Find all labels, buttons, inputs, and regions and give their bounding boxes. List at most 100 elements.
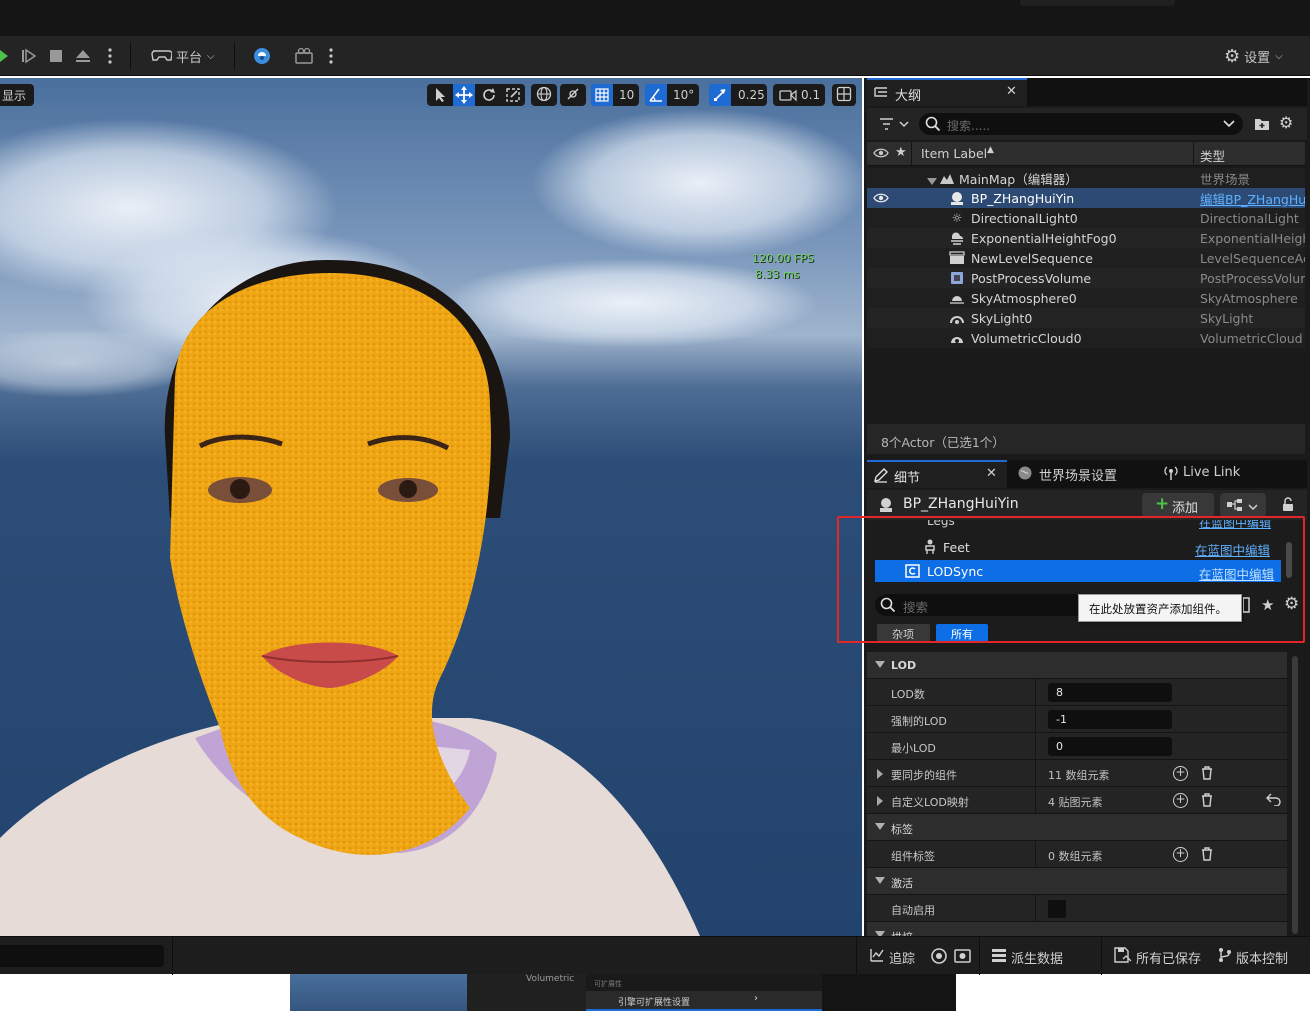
surface-snap-toggle[interactable] xyxy=(560,84,586,106)
scale-mode-icon[interactable] xyxy=(505,87,521,106)
filter-icon[interactable] xyxy=(879,116,911,135)
show-menu-button[interactable]: 显示 xyxy=(0,84,34,106)
category-lod[interactable]: LOD xyxy=(867,652,1287,679)
outliner-row-height-fog[interactable]: ExponentialHeightFog0 ExponentialHeight xyxy=(867,228,1305,248)
tab-live-link[interactable]: Live Link xyxy=(1163,460,1273,488)
outliner-row-post-process[interactable]: PostProcessVolume PostProcessVolur xyxy=(867,268,1305,288)
column-item-label[interactable]: Item Label xyxy=(921,146,987,161)
outliner-row-level-sequence[interactable]: NewLevelSequence LevelSequenceAc xyxy=(867,248,1305,268)
world-settings-label: 世界场景设置 xyxy=(1039,469,1118,484)
row-type: 世界场景 xyxy=(1200,171,1251,187)
eye-icon[interactable] xyxy=(873,147,889,162)
map-icon xyxy=(939,171,955,188)
level-viewport[interactable]: 显示 10 10° 0.25 0.1 120.00 FPS 8.33 ms xyxy=(0,78,862,936)
world-local-toggle[interactable] xyxy=(531,84,557,106)
camera-speed-control[interactable]: 0.1 xyxy=(773,84,825,106)
chevron-down-icon[interactable] xyxy=(927,174,937,189)
gear-icon[interactable]: ⚙ xyxy=(1279,113,1293,132)
play-options-icon[interactable] xyxy=(106,44,114,68)
translate-mode-icon[interactable] xyxy=(453,84,475,106)
forced-lod-input[interactable]: -1 xyxy=(1048,710,1172,729)
database-icon xyxy=(991,947,1007,967)
grid-snap-control[interactable]: 10 xyxy=(591,84,639,106)
category-cooking[interactable]: 烘焙 xyxy=(867,922,1287,936)
step-icon[interactable] xyxy=(20,44,38,68)
annotation-highlight xyxy=(837,516,1305,643)
dropdown-section-hint: 可扩展性 xyxy=(594,980,622,988)
background-window-strip: Volumetric 可扩展性 引擎可扩展性设置 › xyxy=(290,974,956,1011)
trace-button[interactable]: 追踪 xyxy=(869,947,915,967)
outliner-status-bar: 8个Actor（已选1个） xyxy=(867,424,1305,454)
version-control-button[interactable]: 版本控制 xyxy=(1218,947,1288,967)
toolbar-separator xyxy=(130,42,131,70)
outliner-row-sky-atmosphere[interactable]: SkyAtmosphere0 SkyAtmosphere xyxy=(867,288,1305,308)
row-label: BP_ZHangHuiYin xyxy=(971,190,1075,206)
tab-world-settings[interactable]: 世界场景设置 xyxy=(1017,460,1147,488)
chevron-down-icon[interactable] xyxy=(1223,118,1235,132)
close-icon[interactable]: ✕ xyxy=(986,466,997,481)
plus-icon: + xyxy=(1155,494,1170,514)
close-icon[interactable]: ✕ xyxy=(1006,84,1017,99)
select-mode-icon[interactable] xyxy=(433,87,449,106)
add-element-icon[interactable]: + xyxy=(1173,793,1188,808)
tab-outliner[interactable]: 大纲 ✕ xyxy=(867,78,1027,106)
category-tags[interactable]: 标签 xyxy=(867,814,1287,841)
trash-icon[interactable] xyxy=(1201,847,1213,861)
actor-name: BP_ZHangHuiYin xyxy=(903,496,1019,512)
tab-details[interactable]: 细节 ✕ xyxy=(867,460,1007,488)
trash-icon[interactable] xyxy=(1201,793,1213,807)
record-button[interactable] xyxy=(930,947,948,969)
lod-count-input[interactable]: 8 xyxy=(1048,683,1172,702)
outliner-row-bp-zhanghuiyin[interactable]: BP_ZHangHuiYin 编辑BP_ZHangHui xyxy=(867,188,1305,208)
play-icon[interactable] xyxy=(0,44,10,68)
screenshot-button[interactable] xyxy=(954,947,972,967)
cinematics-icon[interactable] xyxy=(294,44,316,68)
derived-data-button[interactable]: 派生数据 xyxy=(991,947,1063,967)
eject-icon[interactable] xyxy=(74,44,92,68)
auto-activate-checkbox[interactable] xyxy=(1048,900,1066,918)
outliner-row-directional-light[interactable]: ☼ DirectionalLight0 DirectionalLight xyxy=(867,208,1305,228)
expand-arrow-icon[interactable] xyxy=(877,769,883,779)
outliner-row-mainmap[interactable]: MainMap（编辑器） 世界场景 xyxy=(867,168,1305,188)
details-scrollbar[interactable] xyxy=(1292,656,1298,934)
rotate-mode-icon[interactable] xyxy=(481,87,497,106)
save-icon xyxy=(1114,947,1132,967)
cinematics-options-icon[interactable] xyxy=(327,44,335,68)
engine-scalability-menu-item[interactable]: 引擎可扩展性设置 › xyxy=(586,991,822,1011)
lock-icon[interactable] xyxy=(1280,496,1296,515)
trash-icon[interactable] xyxy=(1201,766,1213,780)
outliner-title: 大纲 xyxy=(895,89,922,104)
property-value-cell: 4 贴图元素 + xyxy=(1035,787,1287,814)
edit-blueprint-link[interactable]: 编辑BP_ZHangHui xyxy=(1200,189,1305,208)
source-control-icon[interactable] xyxy=(252,44,272,68)
title-search-box[interactable] xyxy=(1020,0,1175,6)
add-component-button[interactable]: + 添加 xyxy=(1142,493,1214,517)
star-icon[interactable]: ★ xyxy=(895,145,907,160)
outliner-search-input[interactable]: 搜索..... xyxy=(919,113,1243,135)
viewport-layout-button[interactable] xyxy=(832,84,856,106)
settings-button[interactable]: ⚙ 设置 ⌵ xyxy=(1224,44,1283,68)
row-type: ExponentialHeight xyxy=(1200,230,1305,246)
actor-count: 8个Actor（已选1个） xyxy=(881,435,1005,450)
platform-button[interactable]: 平台 ⌵ xyxy=(150,44,215,68)
reset-to-default-icon[interactable] xyxy=(1266,792,1282,809)
stop-icon[interactable] xyxy=(48,44,64,68)
blueprint-options-button[interactable] xyxy=(1220,493,1266,517)
min-lod-input[interactable]: 0 xyxy=(1048,737,1172,756)
expand-arrow-icon[interactable] xyxy=(877,796,883,806)
console-input[interactable] xyxy=(0,945,164,967)
add-element-icon[interactable]: + xyxy=(1173,847,1188,862)
add-element-icon[interactable]: + xyxy=(1173,766,1188,781)
property-label: 强制的LOD xyxy=(891,715,947,728)
gamepad-icon xyxy=(150,46,173,66)
outliner-row-volumetric-cloud[interactable]: VolumetricCloud0 VolumetricCloud xyxy=(867,328,1305,348)
property-auto-activate: 自动启用 xyxy=(867,895,1287,922)
rotation-snap-control[interactable]: 10° xyxy=(645,84,699,106)
add-folder-icon[interactable] xyxy=(1254,116,1270,135)
outliner-row-sky-light[interactable]: SkyLight0 SkyLight xyxy=(867,308,1305,328)
save-all-button[interactable]: 所有已保存 xyxy=(1114,947,1201,967)
category-activation[interactable]: 激活 xyxy=(867,868,1287,895)
scale-snap-control[interactable]: 0.25 xyxy=(709,84,767,106)
eye-icon[interactable] xyxy=(873,192,889,207)
column-type[interactable]: 类型 xyxy=(1200,146,1225,165)
